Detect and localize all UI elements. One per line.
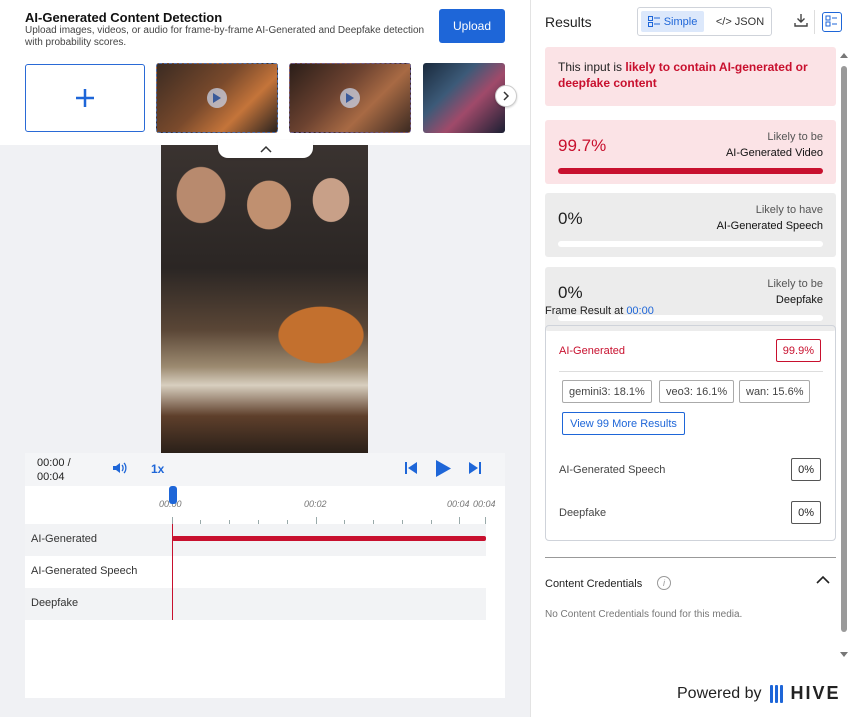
results-title: Results: [545, 14, 592, 30]
video-player: 00:00 / 00:04 1x 00:00 00:02 00:04 00:04: [25, 453, 505, 698]
score-caption: Likely to have: [755, 204, 823, 216]
info-icon[interactable]: i: [657, 576, 671, 590]
tick-label: 00:04: [447, 499, 470, 509]
time-display: 00:00 / 00:04: [37, 456, 71, 484]
model-chip: gemini3: 18.1%: [562, 380, 652, 403]
divider: [545, 557, 836, 558]
track-label: AI-Generated Speech: [31, 565, 138, 577]
layout-icon[interactable]: [822, 12, 842, 32]
brand-name: HIVE: [790, 683, 841, 703]
track-label: Deepfake: [31, 597, 79, 609]
upload-button[interactable]: Upload: [439, 9, 505, 43]
frame-result-title: Frame Result at 00:00: [545, 305, 654, 317]
plus-icon: [76, 89, 94, 107]
skip-back-icon[interactable]: [405, 462, 417, 474]
simple-label: Simple: [663, 15, 698, 28]
score-value: 99.7%: [558, 136, 607, 155]
score-value: 0%: [558, 209, 583, 228]
page-subtitle: Upload images, videos, or audio for fram…: [25, 25, 425, 48]
scrubber-handle[interactable]: [169, 486, 177, 504]
score-label: Deepfake: [775, 294, 823, 306]
tick: [459, 517, 460, 524]
playback-speed[interactable]: 1x: [151, 462, 164, 476]
content-credentials-title: Content Credentials: [545, 578, 643, 590]
media-thumbnail[interactable]: [423, 63, 505, 133]
tick: [485, 517, 486, 524]
frame-title-text: Frame Result at: [545, 305, 627, 317]
frame-speech-label: AI-Generated Speech: [559, 464, 666, 476]
model-chip: veo3: 16.1%: [659, 380, 735, 403]
skip-forward-icon[interactable]: [469, 462, 481, 474]
score-label: AI-Generated Speech: [716, 220, 823, 232]
simple-view-button[interactable]: Simple: [641, 11, 704, 32]
scrollbar-thumb[interactable]: [841, 66, 847, 632]
frame-time[interactable]: 00:00: [626, 305, 654, 317]
upload-header: AI-Generated Content Detection Upload im…: [0, 0, 530, 145]
score-card-deepfake: 0% Likely to be Deepfake: [545, 267, 836, 331]
list-icon: [647, 16, 660, 27]
scroll-down-icon[interactable]: [840, 652, 848, 658]
media-thumbnail[interactable]: [156, 63, 278, 133]
total-time: 00:04: [37, 471, 65, 483]
playhead: [172, 524, 173, 620]
media-thumbnail[interactable]: [289, 63, 411, 133]
track-ai-speech: AI-Generated Speech: [25, 556, 486, 588]
score-label: AI-Generated Video: [725, 147, 823, 159]
frame-speech-value: 0%: [791, 458, 821, 481]
view-toggle: Simple </> JSON: [637, 7, 772, 36]
chevron-up-icon[interactable]: [816, 575, 830, 585]
play-icon[interactable]: [435, 460, 451, 477]
tick: [316, 517, 317, 524]
frame-ai-value: 99.9%: [775, 339, 821, 362]
scrollbar[interactable]: [840, 53, 848, 657]
frame-deepfake-label: Deepfake: [559, 507, 607, 519]
track-label: AI-Generated: [31, 533, 98, 545]
powered-by: Powered by HIVE: [677, 683, 841, 704]
frame-ai-label: AI-Generated: [559, 345, 626, 357]
model-chip: wan: 15.6%: [739, 380, 811, 403]
score-caption: Likely to be: [767, 131, 823, 143]
score-value: 0%: [558, 283, 583, 302]
verdict-banner: This input is likely to contain AI-gener…: [545, 47, 836, 106]
page-title: AI-Generated Content Detection: [25, 10, 223, 25]
powered-by-text: Powered by: [677, 684, 762, 702]
frame-result-box: AI-Generated 99.9% gemini3: 18.1% veo3: …: [545, 325, 836, 541]
results-panel: Results Simple </> JSON This input is li…: [530, 0, 862, 717]
track-ai-generated: AI-Generated: [25, 524, 486, 556]
json-view-button[interactable]: </> JSON: [710, 11, 770, 32]
divider: [814, 10, 815, 34]
tick-label: 00:04: [473, 499, 496, 509]
score-bar-fill: [558, 168, 823, 174]
score-caption: Likely to be: [767, 278, 823, 290]
left-pane: AI-Generated Content Detection Upload im…: [0, 0, 530, 717]
score-bar: [558, 168, 823, 174]
score-card-ai-video: 99.7% Likely to be AI-Generated Video: [545, 120, 836, 184]
download-icon[interactable]: [794, 13, 808, 27]
play-icon: [340, 88, 360, 108]
divider: [559, 371, 823, 372]
chevron-up-icon[interactable]: [218, 140, 313, 158]
video-preview[interactable]: [161, 145, 368, 453]
frame-deepfake-value: 0%: [791, 501, 821, 524]
timeline-ruler[interactable]: 00:00 00:02 00:04 00:04: [25, 486, 505, 524]
current-time: 00:00 /: [37, 457, 71, 469]
tick-label: 00:02: [304, 499, 327, 509]
score-bar: [558, 241, 823, 247]
tick: [172, 517, 173, 524]
detection-bar[interactable]: [172, 536, 486, 541]
player-controls: 00:00 / 00:04 1x: [25, 453, 505, 486]
content-credentials-text: No Content Credentials found for this me…: [545, 609, 743, 620]
view-more-results-button[interactable]: View 99 More Results: [562, 412, 685, 435]
scroll-up-icon[interactable]: [840, 52, 848, 58]
chevron-right-icon[interactable]: [495, 85, 517, 107]
add-media-button[interactable]: [25, 64, 145, 132]
volume-icon[interactable]: [112, 461, 127, 475]
track-deepfake: Deepfake: [25, 588, 486, 620]
score-card-ai-speech: 0% Likely to have AI-Generated Speech: [545, 193, 836, 257]
play-icon: [207, 88, 227, 108]
banner-prefix: This input is: [558, 60, 626, 74]
hive-logo-icon: [769, 684, 783, 703]
